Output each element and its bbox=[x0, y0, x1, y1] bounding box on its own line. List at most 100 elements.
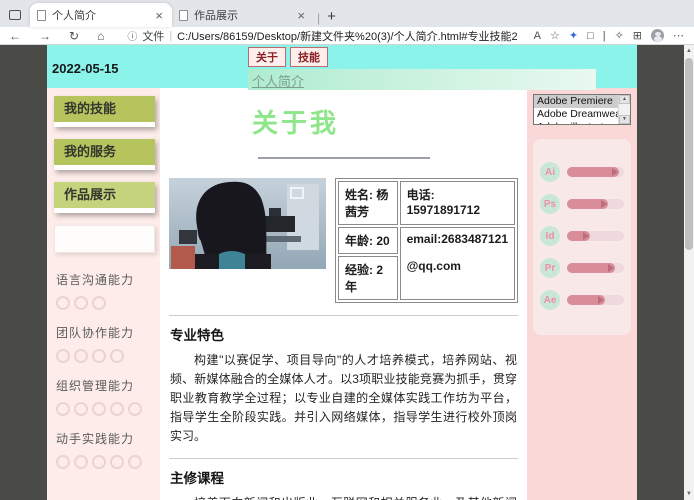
browser-tab-profile[interactable]: 个人简介 × bbox=[30, 3, 172, 27]
split-screen-icon[interactable]: ⊞ bbox=[633, 29, 642, 42]
read-aloud-icon[interactable]: A bbox=[534, 30, 541, 42]
ability-item: 团队协作能力 bbox=[56, 324, 160, 365]
ability-label: 动手实践能力 bbox=[56, 432, 135, 446]
app-badge-ae: Ae bbox=[540, 290, 560, 310]
banner-nav: 关于 技能 个人简介 bbox=[248, 47, 596, 90]
heading-divider bbox=[257, 157, 430, 159]
profile-table: 姓名: 杨茜芳 电话: 15971891712 年龄: 20 email:268… bbox=[335, 178, 518, 303]
tab-title: 作品展示 bbox=[194, 10, 238, 22]
date-label: 2022-05-15 bbox=[52, 61, 119, 76]
sidebar-item-empty[interactable] bbox=[54, 225, 155, 253]
skill-track bbox=[567, 263, 624, 273]
listbox-option[interactable]: Adobe Premiere bbox=[534, 95, 618, 108]
skill-track bbox=[567, 167, 624, 177]
tab-close-icon[interactable]: × bbox=[295, 8, 307, 23]
listbox-scrollbar[interactable]: ▲ ▼ bbox=[618, 95, 630, 124]
home-icon[interactable]: ⌂ bbox=[88, 29, 113, 43]
new-tab-button[interactable]: + bbox=[323, 8, 344, 27]
sidebar-item-skills[interactable]: 我的技能 bbox=[54, 96, 155, 127]
rating-dot-icon bbox=[56, 455, 70, 469]
listbox-option[interactable]: Adobe illustrator bbox=[534, 121, 618, 124]
section-title: 主修课程 bbox=[170, 470, 224, 486]
scroll-up-icon[interactable]: ▲ bbox=[684, 45, 694, 57]
sidebar-item-services[interactable]: 我的服务 bbox=[54, 139, 155, 170]
page-scrollbar[interactable]: ▲ ▼ bbox=[684, 45, 694, 500]
section-body: 培养面向新闻和出版业、互联网和相关服务业，及其他新闻出版、文化工作人员；主要是各… bbox=[170, 494, 517, 500]
extension-icon[interactable]: ✦ bbox=[569, 29, 578, 42]
rating-dot-icon bbox=[74, 455, 88, 469]
rating-dot-icon bbox=[110, 455, 124, 469]
software-listbox[interactable]: Adobe Premiere Adobe Dreamweaver Adobe i… bbox=[533, 94, 631, 125]
page-content: 2022-05-15 关于 技能 个人简介 我的技能 我的服务 作品展示 语言沟… bbox=[47, 45, 637, 500]
skill-row: Ai bbox=[540, 162, 624, 182]
favorite-icon[interactable]: ☆ bbox=[550, 29, 560, 42]
skill-track bbox=[567, 199, 624, 209]
ability-rating bbox=[56, 349, 160, 365]
ability-rating bbox=[56, 455, 160, 471]
sparkle-icon[interactable]: ✧ bbox=[615, 29, 624, 42]
skill-fill bbox=[567, 231, 590, 241]
tab-actions-icon bbox=[9, 10, 21, 20]
table-row: 姓名: 杨茜芳 电话: 15971891712 bbox=[338, 181, 515, 225]
email-line: @qq.com bbox=[406, 259, 461, 273]
tab-about[interactable]: 关于 bbox=[248, 47, 286, 67]
skill-fill bbox=[567, 199, 609, 209]
scroll-down-icon[interactable]: ▼ bbox=[684, 488, 694, 500]
skill-row: Ps bbox=[540, 194, 624, 214]
app-badge-ai: Ai bbox=[540, 162, 560, 182]
collections-icon[interactable]: □ bbox=[587, 30, 594, 42]
browser-titlebar: 个人简介 × 作品展示 × | + bbox=[0, 0, 694, 27]
tab-close-icon[interactable]: × bbox=[153, 8, 165, 23]
main-content: 关于我 姓名: 杨茜芳 电话: 15971891712 年龄: 20 email… bbox=[160, 88, 527, 500]
app-badge-id: Id bbox=[540, 226, 560, 246]
refresh-icon[interactable]: ↻ bbox=[60, 29, 88, 43]
toolbar-divider: | bbox=[602, 29, 606, 42]
scroll-down-icon[interactable]: ▼ bbox=[619, 115, 630, 124]
sidebar-item-label: 我的技能 bbox=[54, 96, 155, 122]
ability-rating bbox=[56, 296, 160, 312]
rating-dot-icon bbox=[56, 349, 70, 363]
rating-dot-icon bbox=[56, 296, 70, 310]
browser-tab-portfolio[interactable]: 作品展示 × bbox=[172, 3, 314, 27]
app-badge-ps: Ps bbox=[540, 194, 560, 214]
section-features: 专业特色 构建"以赛促学、项目导向"的人才培养模式，培养网站、视频、新媒体融合的… bbox=[169, 315, 518, 446]
ability-item: 组织管理能力 bbox=[56, 377, 160, 418]
page-favicon-icon bbox=[179, 9, 188, 21]
rating-dot-icon bbox=[74, 402, 88, 416]
sidebar-item-label: 作品展示 bbox=[54, 182, 155, 208]
table-row: 年龄: 20 email:2683487121 @qq.com bbox=[338, 227, 515, 300]
ability-label: 语言沟通能力 bbox=[56, 273, 135, 287]
ability-item: 动手实践能力 bbox=[56, 430, 160, 471]
profile-photo bbox=[169, 178, 326, 269]
skill-track bbox=[567, 295, 624, 305]
tab-skills[interactable]: 技能 bbox=[290, 47, 328, 67]
back-icon[interactable]: ← bbox=[0, 29, 30, 43]
page-favicon-icon bbox=[37, 9, 46, 21]
app-badge-pr: Pr bbox=[540, 258, 560, 278]
top-banner: 2022-05-15 关于 技能 个人简介 bbox=[47, 45, 637, 90]
ability-label: 组织管理能力 bbox=[56, 379, 135, 393]
forward-icon[interactable]: → bbox=[30, 29, 60, 43]
skill-row: Pr bbox=[540, 258, 624, 278]
skill-row: Ae bbox=[540, 290, 624, 310]
email-line: email:2683487121 bbox=[406, 232, 508, 246]
tab-actions-button[interactable] bbox=[0, 3, 30, 27]
email-cell: email:2683487121 @qq.com bbox=[399, 227, 515, 300]
address-bar[interactable]: ⓘ 文件 | C:/Users/86159/Desktop/新建文件夹%20(3… bbox=[113, 28, 527, 44]
page-info-icon[interactable]: ⓘ bbox=[127, 28, 137, 43]
more-menu-icon[interactable]: ⋯ bbox=[673, 29, 684, 42]
rating-dot-icon bbox=[92, 296, 106, 310]
rating-dot-icon bbox=[56, 402, 70, 416]
address-url: C:/Users/86159/Desktop/新建文件夹%20(3)/个人简介.… bbox=[177, 30, 518, 43]
browser-chrome: 个人简介 × 作品展示 × | + ← → ↻ ⌂ ⓘ 文件 | C:/User… bbox=[0, 0, 694, 45]
skill-track bbox=[567, 231, 624, 241]
listbox-option[interactable]: Adobe Dreamweaver bbox=[534, 108, 618, 121]
age-cell: 年龄: 20 bbox=[338, 227, 398, 254]
scroll-up-icon[interactable]: ▲ bbox=[619, 95, 630, 104]
scrollbar-thumb[interactable] bbox=[685, 58, 693, 250]
profile-link[interactable]: 个人简介 bbox=[252, 74, 304, 89]
page-viewport: 2022-05-15 关于 技能 个人简介 我的技能 我的服务 作品展示 语言沟… bbox=[0, 45, 694, 500]
profile-avatar-icon[interactable] bbox=[651, 29, 664, 42]
tab-title: 个人简介 bbox=[52, 10, 96, 22]
sidebar-item-portfolio[interactable]: 作品展示 bbox=[54, 182, 155, 213]
